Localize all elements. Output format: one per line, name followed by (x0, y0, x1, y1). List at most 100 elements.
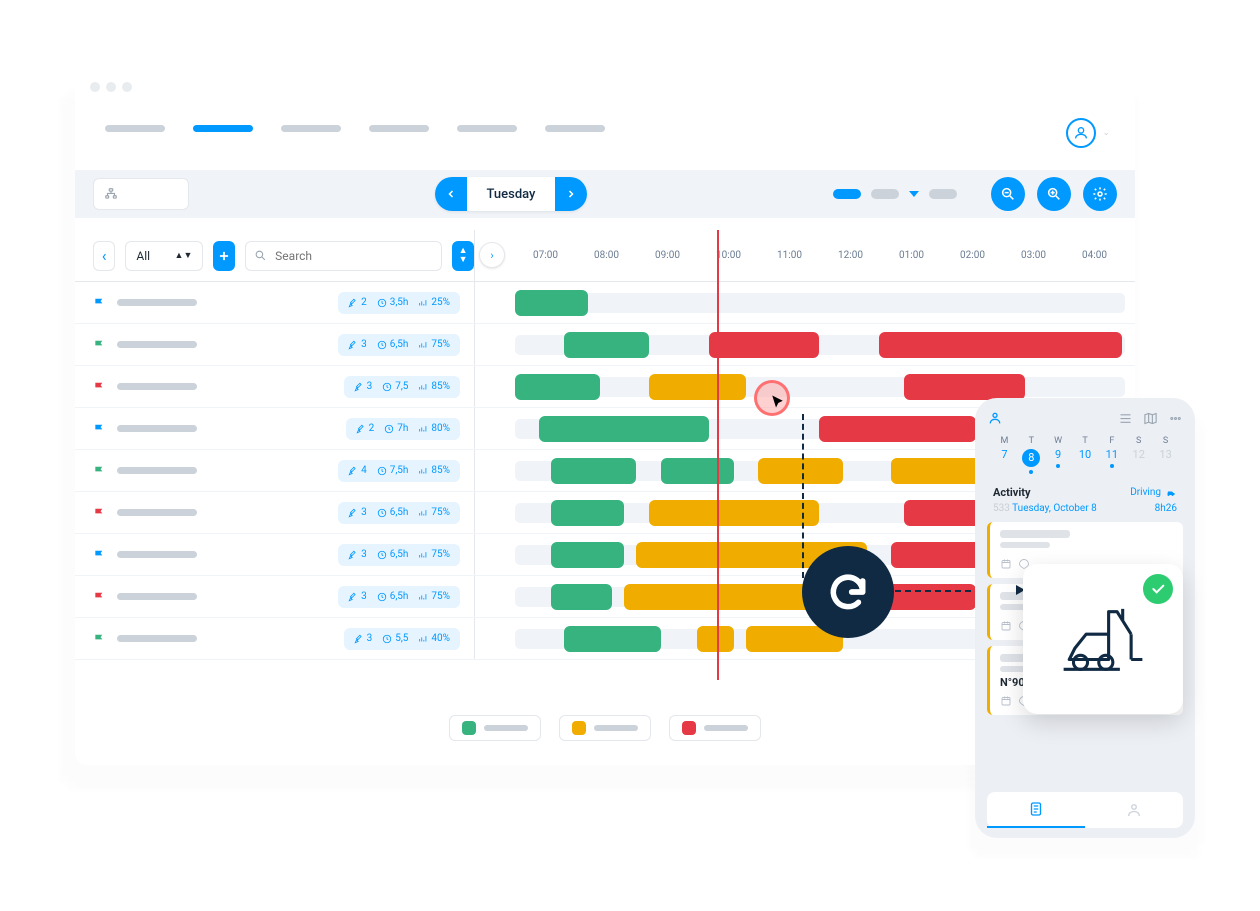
task-bar[interactable] (649, 500, 819, 526)
resource-name (117, 425, 197, 432)
task-bar[interactable] (539, 416, 709, 442)
mouse-cursor (770, 394, 788, 416)
date-line: 533 Tuesday, October 8 8h26 (993, 503, 1177, 514)
chevron-down-icon: ⌄ (1102, 128, 1110, 138)
settings-button[interactable] (1083, 177, 1117, 211)
row-info: 3 6,5h 75% (75, 324, 475, 365)
row-info: 2 7h 80% (75, 408, 475, 449)
hour-label: 01:00 (881, 250, 942, 261)
time-header: › 07:0008:0009:0010:0011:0012:0001:0002:… (475, 230, 1135, 281)
week-day[interactable]: W9 (1045, 436, 1072, 474)
task-bar[interactable] (551, 542, 624, 568)
schedule-row: 2 3,5h 25% (75, 282, 1135, 324)
window-controls (90, 82, 132, 92)
flag-icon (93, 296, 107, 310)
nav-tab[interactable] (281, 125, 341, 132)
task-bar[interactable] (564, 332, 649, 358)
week-day[interactable]: M7 (991, 436, 1018, 474)
hour-label: 03:00 (1003, 250, 1064, 261)
user-menu[interactable]: ⌄ (1066, 118, 1110, 148)
activity-tag: Driving (1130, 487, 1177, 499)
task-bar[interactable] (709, 332, 818, 358)
task-bar[interactable] (515, 290, 588, 316)
row-stats: 3 6,5h 75% (338, 586, 460, 608)
zoom-in-button[interactable] (1037, 177, 1071, 211)
toolbar: Tuesday (75, 170, 1135, 218)
phone-header (987, 410, 1183, 426)
task-bar[interactable] (551, 500, 624, 526)
week-day[interactable]: S12 (1125, 436, 1152, 474)
row-stats: 3 6,5h 75% (338, 334, 460, 356)
week-day[interactable]: T8 (1018, 436, 1045, 474)
row-info: 3 7,5 85% (75, 366, 475, 407)
zoom-out-button[interactable] (991, 177, 1025, 211)
traffic-dot (90, 82, 100, 92)
map-icon[interactable] (1143, 411, 1158, 426)
schedule-row: 3 7,5 85% (75, 366, 1135, 408)
task-bar[interactable] (564, 626, 661, 652)
row-stats: 3 6,5h 75% (338, 544, 460, 566)
week-day[interactable]: S13 (1152, 436, 1179, 474)
date-navigator: Tuesday (435, 177, 588, 211)
filter-dropdown[interactable]: All ▲▼ (125, 241, 203, 271)
phone-tab-profile[interactable] (1085, 792, 1183, 828)
row-info: 4 7,5h 85% (75, 450, 475, 491)
row-timeline[interactable] (475, 324, 1135, 365)
week-strip[interactable]: M7T8W9T10F11S12S13 (991, 436, 1179, 474)
list-icon[interactable] (1118, 411, 1133, 426)
resource-name (117, 467, 197, 474)
task-bar[interactable] (515, 374, 600, 400)
flag-icon (93, 380, 107, 394)
nav-tab[interactable] (369, 125, 429, 132)
search-field[interactable] (245, 241, 442, 271)
forklift-icon (1058, 592, 1148, 686)
week-day[interactable]: T10 (1072, 436, 1099, 474)
hour-label: 12:00 (820, 250, 881, 261)
view-toggle[interactable] (833, 189, 957, 199)
flag-icon (93, 464, 107, 478)
current-day-label: Tuesday (467, 187, 556, 202)
task-bar[interactable] (697, 626, 733, 652)
task-bar[interactable] (624, 584, 830, 610)
hour-label: 04:00 (1064, 250, 1125, 261)
task-bar[interactable] (551, 584, 612, 610)
task-bar[interactable] (661, 458, 734, 484)
add-button[interactable] (213, 241, 235, 271)
row-timeline[interactable] (475, 282, 1135, 323)
hour-label: 10:00 (698, 250, 759, 261)
row-stats: 2 7h 80% (346, 418, 460, 440)
week-day[interactable]: F11 (1098, 436, 1125, 474)
row-stats: 4 7,5h 85% (338, 460, 460, 482)
prev-day-button[interactable] (435, 177, 467, 211)
next-day-button[interactable] (555, 177, 587, 211)
collapse-button[interactable]: ‹ (93, 241, 115, 271)
phone-tab-list[interactable] (987, 792, 1085, 828)
nav-tabs (105, 125, 605, 132)
search-input[interactable] (273, 248, 433, 264)
task-bar[interactable] (649, 374, 746, 400)
resource-name (117, 383, 197, 390)
avatar-icon (1066, 118, 1096, 148)
activity-title: Activity (993, 486, 1031, 499)
nav-tab[interactable] (457, 125, 517, 132)
expand-timeline-button[interactable]: › (479, 242, 505, 268)
row-info: 3 6,5h 75% (75, 576, 475, 617)
filter-label: All (136, 249, 150, 263)
task-bar[interactable] (551, 458, 636, 484)
row-info: 3 6,5h 75% (75, 534, 475, 575)
row-stats: 3 5,5 40% (344, 628, 460, 650)
org-selector[interactable] (93, 178, 189, 210)
task-bar[interactable] (819, 416, 977, 442)
sort-button[interactable]: ▲▼ (452, 241, 474, 271)
resource-name (117, 299, 197, 306)
flag-icon (93, 632, 107, 646)
flag-icon (93, 548, 107, 562)
task-bar[interactable] (758, 458, 843, 484)
nav-tab[interactable] (545, 125, 605, 132)
flag-icon (93, 338, 107, 352)
task-bar[interactable] (904, 374, 1025, 400)
task-bar[interactable] (879, 332, 1122, 358)
more-icon[interactable] (1168, 411, 1183, 426)
nav-tab-active[interactable] (193, 125, 253, 132)
nav-tab[interactable] (105, 125, 165, 132)
